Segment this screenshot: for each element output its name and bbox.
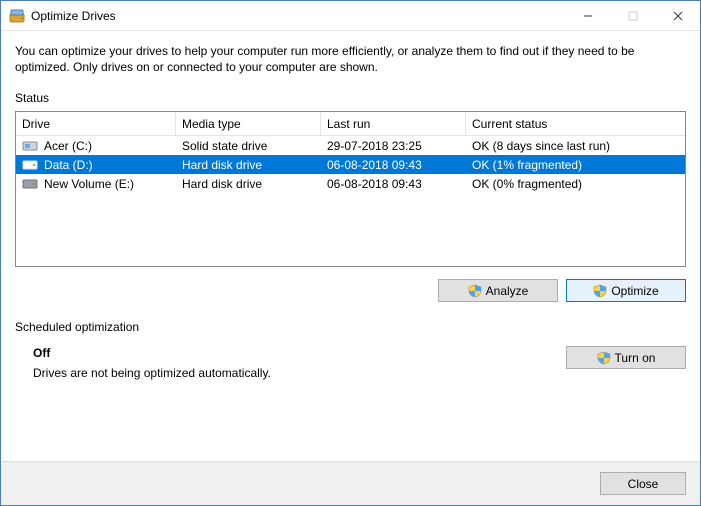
optimize-button[interactable]: Optimize [566, 279, 686, 302]
drive-rows: Acer (C:) Solid state drive29-07-2018 23:… [16, 136, 685, 266]
header-last[interactable]: Last run [321, 112, 466, 135]
drive-status: OK (8 days since last run) [466, 136, 685, 155]
header-status[interactable]: Current status [466, 112, 685, 135]
optimize-label: Optimize [611, 284, 658, 298]
drive-media: Hard disk drive [176, 174, 321, 193]
analyze-label: Analyze [486, 284, 529, 298]
scheduled-row: Off Drives are not being optimized autom… [15, 346, 686, 380]
turn-on-label: Turn on [615, 351, 656, 365]
window-title: Optimize Drives [31, 9, 565, 23]
drive-row[interactable]: New Volume (E:) Hard disk drive06-08-2018… [16, 174, 685, 193]
maximize-button[interactable] [610, 1, 655, 30]
drive-last-run: 29-07-2018 23:25 [321, 136, 466, 155]
shield-icon [597, 351, 611, 365]
window-controls [565, 1, 700, 30]
drive-media: Hard disk drive [176, 155, 321, 174]
header-drive[interactable]: Drive [16, 112, 176, 135]
optimize-drives-window: Optimize Drives You can optimize your dr… [0, 0, 701, 506]
footer: Close [1, 461, 700, 505]
drive-name: Acer (C:) [44, 139, 92, 153]
drive-row[interactable]: Acer (C:) Solid state drive29-07-2018 23:… [16, 136, 685, 155]
scheduled-label: Scheduled optimization [15, 320, 686, 334]
drive-status: OK (1% fragmented) [466, 155, 685, 174]
drive-name: Data (D:) [44, 158, 93, 172]
header-media[interactable]: Media type [176, 112, 321, 135]
drive-status: OK (0% fragmented) [466, 174, 685, 193]
action-buttons: Analyze Optimize [15, 279, 686, 302]
close-button[interactable] [655, 1, 700, 30]
drive-row[interactable]: Data (D:) Hard disk drive06-08-2018 09:43… [16, 155, 685, 174]
minimize-button[interactable] [565, 1, 610, 30]
content-area: You can optimize your drives to help you… [1, 31, 700, 461]
close-dialog-button[interactable]: Close [600, 472, 686, 495]
turn-on-button[interactable]: Turn on [566, 346, 686, 369]
drive-list: Drive Media type Last run Current status… [15, 111, 686, 267]
status-label: Status [15, 91, 686, 105]
shield-icon [468, 284, 482, 298]
titlebar: Optimize Drives [1, 1, 700, 31]
drive-name: New Volume (E:) [44, 177, 134, 191]
drive-icon [22, 178, 38, 190]
scheduled-desc: Drives are not being optimized automatic… [33, 366, 271, 380]
drive-last-run: 06-08-2018 09:43 [321, 174, 466, 193]
scheduled-text: Off Drives are not being optimized autom… [15, 346, 271, 380]
drive-media: Solid state drive [176, 136, 321, 155]
close-label: Close [628, 477, 659, 491]
drive-icon [22, 159, 38, 171]
app-icon [9, 8, 25, 24]
column-headers: Drive Media type Last run Current status [16, 112, 685, 136]
drive-icon [22, 140, 38, 152]
shield-icon [593, 284, 607, 298]
scheduled-state: Off [33, 346, 271, 360]
drive-last-run: 06-08-2018 09:43 [321, 155, 466, 174]
analyze-button[interactable]: Analyze [438, 279, 558, 302]
intro-text: You can optimize your drives to help you… [15, 43, 686, 75]
